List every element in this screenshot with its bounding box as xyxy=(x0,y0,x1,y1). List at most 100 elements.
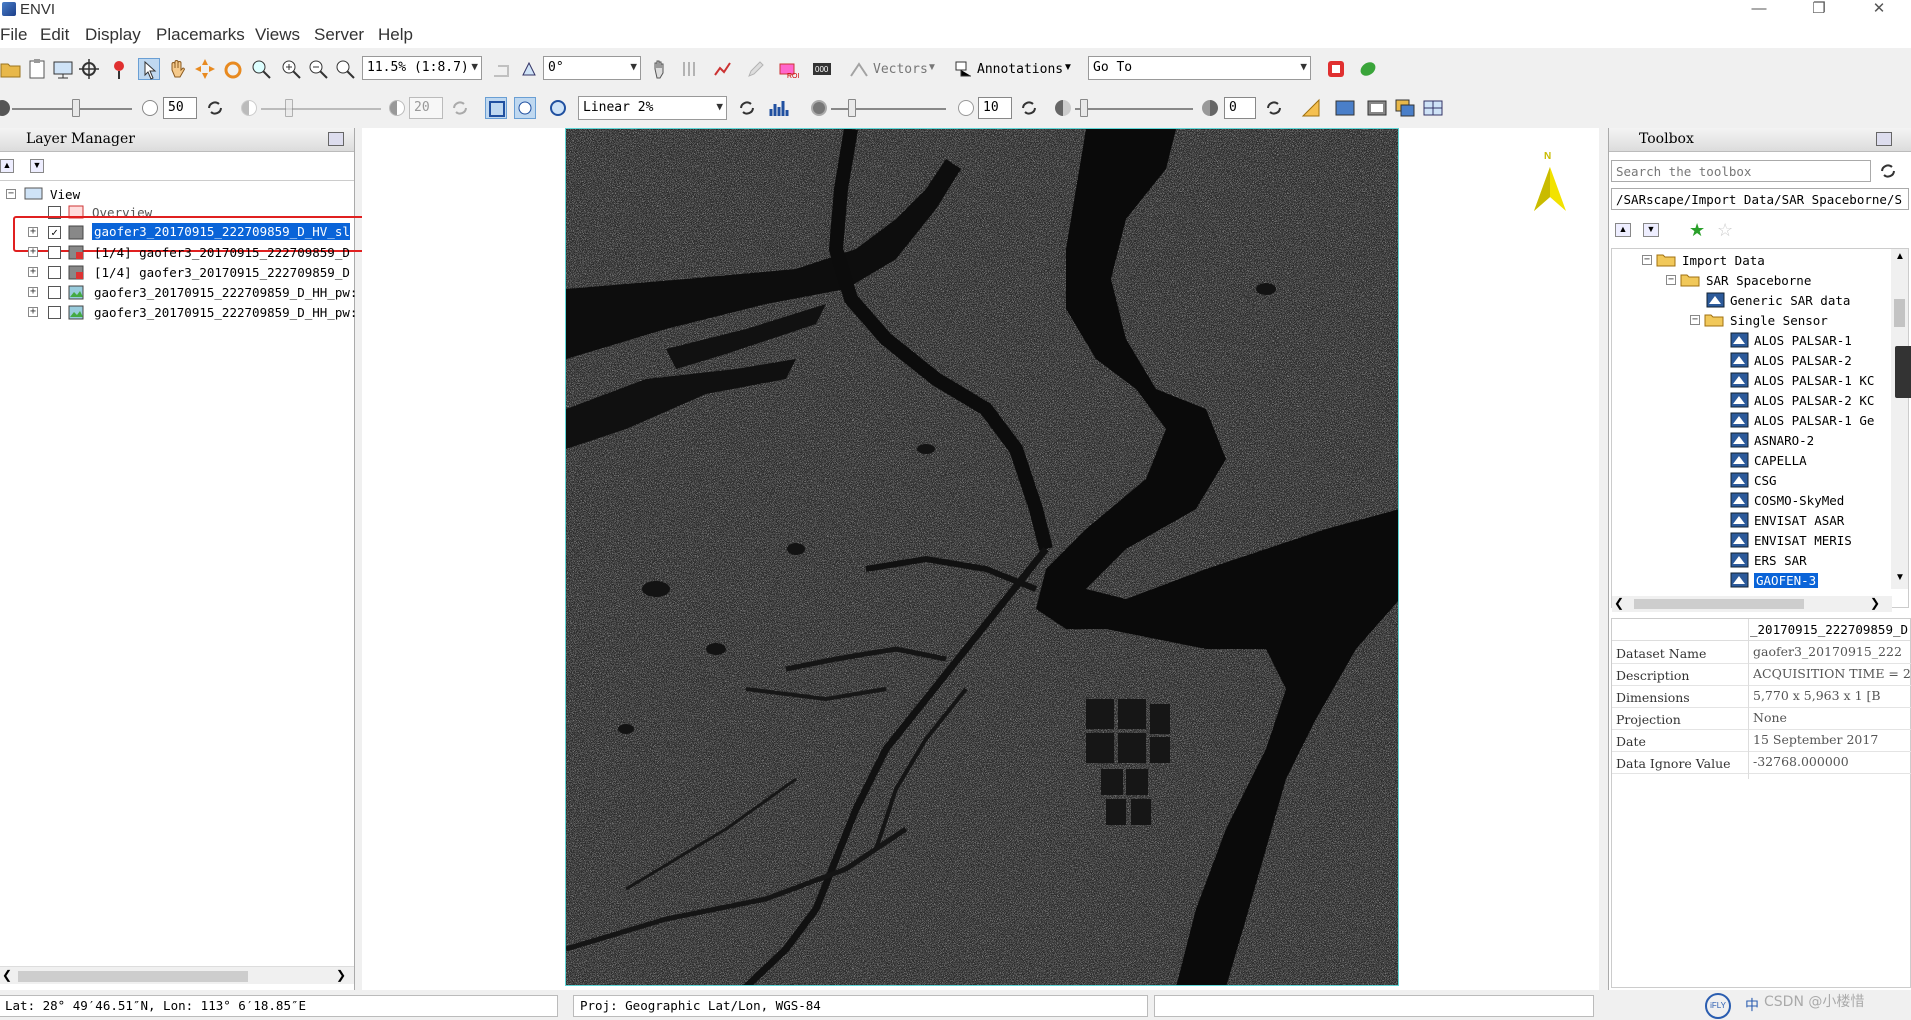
toolbox-refresh-icon[interactable] xyxy=(1877,160,1897,180)
favorite-star-icon[interactable]: ★ xyxy=(1689,220,1705,241)
toolbox-path-field[interactable]: /SARscape/Import Data/SAR Spaceborne/S xyxy=(1611,188,1909,210)
toolbox-search-input[interactable]: Search the toolbox xyxy=(1611,160,1871,182)
sync-icon[interactable] xyxy=(547,97,569,119)
brightness-slider-thumb[interactable] xyxy=(72,99,80,117)
close-button[interactable]: ✕ xyxy=(1857,0,1901,20)
profile-icon[interactable] xyxy=(712,58,734,80)
rotate-left-icon[interactable] xyxy=(490,58,512,80)
toolbox-title: Toolbox xyxy=(1639,131,1694,147)
contrast-slider-track[interactable] xyxy=(261,108,381,110)
overlay-icon[interactable] xyxy=(1394,97,1416,119)
toolbox-dock-icon[interactable] xyxy=(1876,132,1892,146)
ime-icon[interactable]: iFLY xyxy=(1705,993,1731,1019)
layer-2-checkbox[interactable] xyxy=(48,246,61,259)
sharpen-reset-icon[interactable] xyxy=(1018,97,1040,119)
sharpen-value[interactable]: 10 xyxy=(978,97,1012,119)
toolbox-hscrollbar[interactable]: ❮ ❯ xyxy=(1612,596,1892,612)
image-view[interactable]: N xyxy=(362,128,1599,990)
portal-icon[interactable] xyxy=(1325,58,1347,80)
hand-tool-icon[interactable] xyxy=(650,58,672,80)
counter-icon[interactable]: 000 xyxy=(811,58,833,80)
transparency-slider-thumb[interactable] xyxy=(1080,99,1088,117)
grid-view-icon[interactable] xyxy=(1422,97,1444,119)
expand-all-icon[interactable]: ▼ xyxy=(30,159,44,173)
layer-row-3[interactable]: + [1/4] gaofer3_20170915_222709859_D xyxy=(28,264,358,282)
zoom-icon[interactable] xyxy=(250,58,272,80)
roi-icon[interactable]: ROI xyxy=(778,58,800,80)
open-folder-icon[interactable] xyxy=(0,58,22,80)
contrast-slider-thumb[interactable] xyxy=(285,99,293,117)
side-tab[interactable] xyxy=(1895,346,1911,398)
zoom-in-icon[interactable] xyxy=(280,58,302,80)
menu-help[interactable]: Help xyxy=(378,25,413,45)
annotations-icon[interactable] xyxy=(953,58,975,80)
unfavorite-star-icon[interactable]: ☆ xyxy=(1717,220,1733,241)
contrast-reset-icon[interactable] xyxy=(449,97,471,119)
layout-icon[interactable] xyxy=(1366,97,1388,119)
layer-row-5[interactable]: + gaofer3_20170915_222709859_D_HH_pw: xyxy=(28,304,358,322)
rotation-combo[interactable]: 0° ▼ xyxy=(543,56,641,80)
menu-file[interactable]: File xyxy=(0,25,27,45)
contrast-value[interactable]: 20 xyxy=(409,97,443,119)
ime-lang-icon[interactable]: 中 xyxy=(1745,995,1759,1015)
vectors-menu[interactable]: Vectors xyxy=(873,62,928,77)
view-extent-icon[interactable] xyxy=(514,97,536,119)
menu-server[interactable]: Server xyxy=(314,25,364,45)
goto-combo[interactable]: Go To ▼ xyxy=(1088,56,1311,80)
zoom-fit-icon[interactable] xyxy=(334,58,356,80)
transparency-reset-icon[interactable] xyxy=(1263,97,1285,119)
layer-row-2[interactable]: + [1/4] gaofer3_20170915_222709859_D xyxy=(28,244,358,262)
panel-dock-icon[interactable] xyxy=(328,132,344,146)
toolbox-hscroll-thumb[interactable] xyxy=(1634,599,1804,609)
stretch-combo[interactable]: Linear 2% ▼ xyxy=(578,96,727,120)
pencil-icon[interactable] xyxy=(745,58,767,80)
menu-edit[interactable]: Edit xyxy=(40,25,69,45)
vectors-icon[interactable] xyxy=(848,58,870,80)
layer-3-checkbox[interactable] xyxy=(48,266,61,279)
layer-row-4[interactable]: + gaofer3_20170915_222709859_D_HH_pw: xyxy=(28,284,358,302)
display-icon[interactable] xyxy=(52,58,74,80)
full-extent-icon[interactable] xyxy=(485,97,507,119)
scrollbar-thumb[interactable] xyxy=(18,971,248,982)
menu-placemarks[interactable]: Placemarks xyxy=(156,25,245,45)
transparency-value[interactable]: 0 xyxy=(1224,97,1256,119)
collapse-all-icon[interactable]: ▲ xyxy=(0,159,14,173)
sharpen-slider-thumb[interactable] xyxy=(848,99,856,117)
stretch-reset-icon[interactable] xyxy=(736,97,758,119)
rotate-right-icon[interactable] xyxy=(518,58,540,80)
layer-4-checkbox[interactable] xyxy=(48,286,61,299)
transparency-low-icon xyxy=(1055,100,1071,116)
transparency-slider-track[interactable] xyxy=(1075,108,1193,110)
brightness-value[interactable]: 50 xyxy=(163,97,197,119)
toolbox-collapse-icon[interactable]: ▲ xyxy=(1615,223,1631,237)
toolbox-vscrollbar[interactable]: ▲ ▼ xyxy=(1891,249,1908,589)
info-divider xyxy=(1748,619,1749,779)
placemark-pin-icon[interactable] xyxy=(108,58,130,80)
toolbox-expand-icon[interactable]: ▼ xyxy=(1643,223,1659,237)
bars-icon[interactable] xyxy=(680,58,702,80)
vectors-dropdown-icon[interactable]: ▼ xyxy=(927,62,937,73)
menu-views[interactable]: Views xyxy=(255,25,300,45)
leaf-icon[interactable] xyxy=(1357,58,1379,80)
toolbox-scroll-thumb[interactable] xyxy=(1894,299,1905,327)
fly-icon[interactable] xyxy=(194,58,216,80)
annotations-dropdown-icon[interactable]: ▼ xyxy=(1063,62,1073,73)
layer-hscrollbar[interactable]: ❮ ❯ xyxy=(0,966,354,984)
zoom-combo[interactable]: 11.5% (1:8.7) ▼ xyxy=(362,56,482,80)
restore-button[interactable]: ❐ xyxy=(1797,0,1841,20)
rotate-icon[interactable] xyxy=(222,58,244,80)
menu-display[interactable]: Display xyxy=(85,25,141,45)
image-icon[interactable] xyxy=(1334,97,1356,119)
clipboard-icon[interactable] xyxy=(26,58,48,80)
layer-5-checkbox[interactable] xyxy=(48,306,61,319)
pan-hand-icon[interactable] xyxy=(166,58,188,80)
select-pointer-icon[interactable] xyxy=(138,58,160,80)
zoom-out-icon[interactable] xyxy=(307,58,329,80)
crosshair-icon[interactable] xyxy=(78,58,100,80)
sar-image[interactable] xyxy=(565,128,1399,986)
histogram-icon[interactable] xyxy=(768,97,790,119)
annotations-menu[interactable]: Annotations xyxy=(977,62,1063,77)
brightness-reset-icon[interactable] xyxy=(204,97,226,119)
minimize-button[interactable]: — xyxy=(1737,0,1781,20)
measure-icon[interactable] xyxy=(1300,97,1322,119)
